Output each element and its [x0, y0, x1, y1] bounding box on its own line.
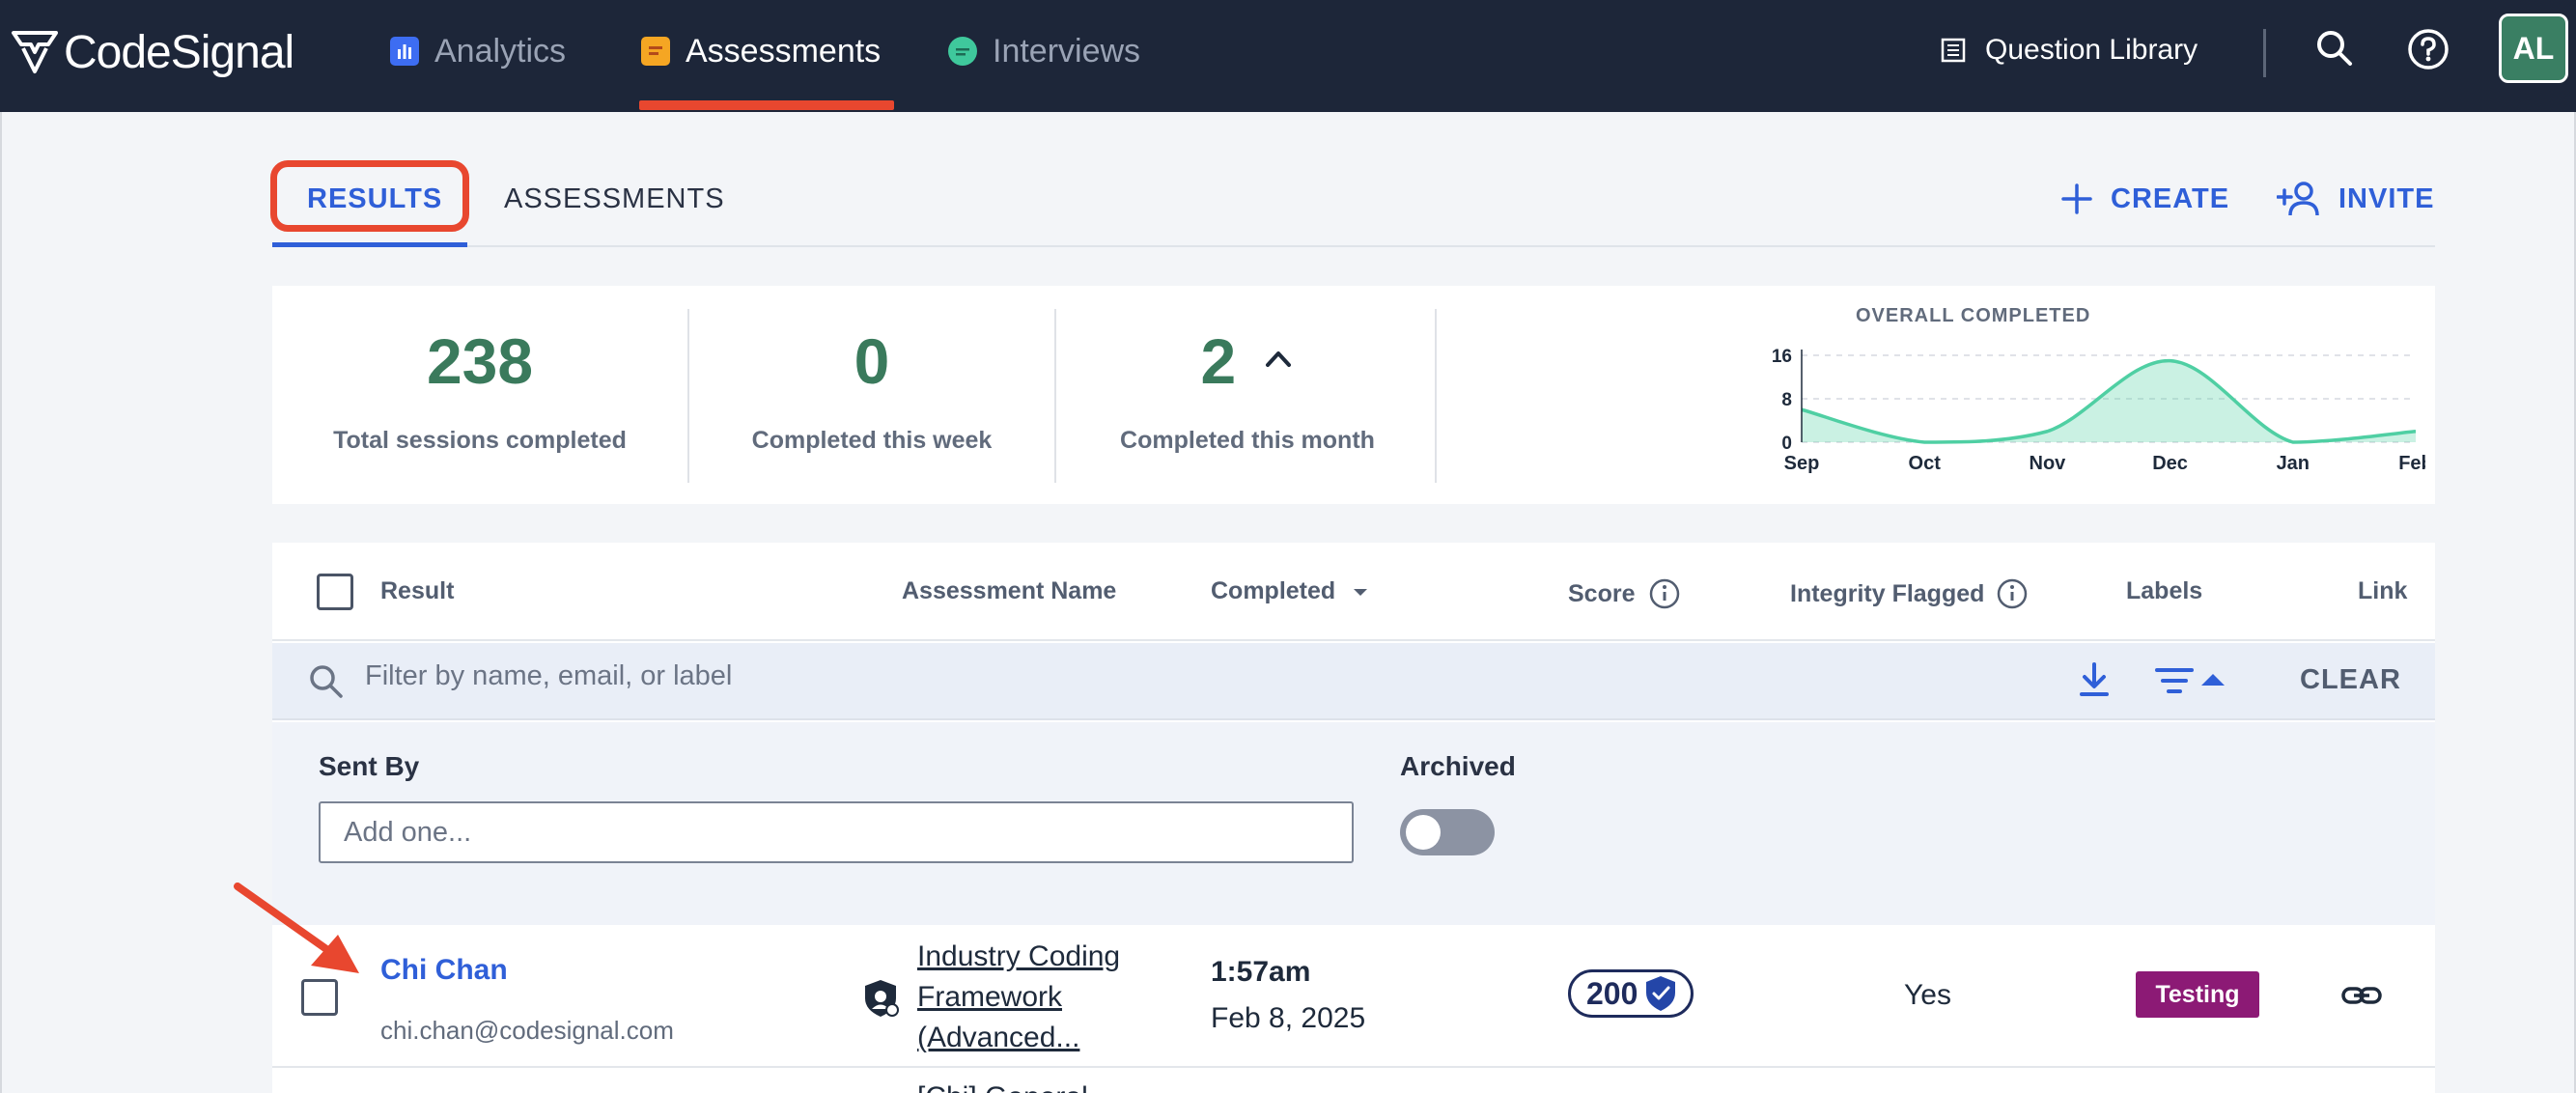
candidate-name[interactable]: Chi Chan [380, 954, 508, 987]
assessment-name-link[interactable]: Industry Coding Framework (Advanced... [917, 937, 1168, 1058]
next-row-assessment-name[interactable]: [Chi] General [917, 1081, 1088, 1093]
help-button[interactable] [2406, 27, 2450, 71]
stat-total-value: 238 [426, 325, 534, 397]
results-tab-highlight [270, 160, 469, 232]
header-completed-label: Completed [1211, 577, 1336, 604]
stat-this-week: 0 Completed this week [689, 286, 1054, 504]
header-completed[interactable]: Completed [1211, 577, 1370, 605]
link-icon[interactable] [2340, 981, 2383, 1010]
codesignal-logo[interactable]: CodeSignal [10, 21, 294, 83]
nav-item-interviews[interactable]: Interviews [948, 27, 1140, 75]
nav-label-interviews: Interviews [993, 32, 1141, 70]
integrity-flagged-value: Yes [1904, 979, 1951, 1011]
library-icon [1941, 38, 1966, 63]
nav-label-analytics: Analytics [434, 32, 567, 70]
archived-label: Archived [1400, 751, 1516, 781]
stat-month-value: 2 [1200, 325, 1237, 397]
info-icon[interactable] [1648, 577, 1681, 610]
chart-x-tick-label: Feb [2398, 453, 2425, 474]
header-labels[interactable]: Labels [2126, 577, 2202, 605]
chart-x-tick-label: Dec [2152, 453, 2188, 474]
header-integrity-label: Integrity Flagged [1790, 579, 1985, 607]
completed-time: 1:57am [1211, 956, 1311, 988]
create-label: CREATE [2111, 182, 2230, 214]
trend-up-icon [1265, 350, 1291, 367]
archived-toggle[interactable] [1400, 809, 1495, 855]
top-navigation-bar: CodeSignal Analytics Assessments Intervi… [0, 0, 2576, 112]
sent-by-input[interactable]: Add one... [319, 801, 1354, 863]
toggle-knob [1406, 815, 1441, 850]
help-icon [2408, 29, 2449, 70]
shield-badge-icon [865, 980, 899, 1017]
plus-icon [2061, 183, 2092, 214]
create-button[interactable]: CREATE [2060, 178, 2229, 220]
question-library-link[interactable]: Question Library [1941, 29, 2198, 71]
analytics-icon [390, 37, 419, 66]
tab-assessments[interactable]: ASSESSMENTS [504, 183, 725, 215]
score-badge[interactable]: 200 [1568, 969, 1694, 1018]
overall-completed-chart: 0 8 16 Sep Oct Nov Dec Jan Feb [1772, 347, 2425, 474]
active-tab-indicator [272, 242, 467, 247]
user-avatar[interactable]: AL [2499, 14, 2568, 83]
stat-total-sessions: 238 Total sessions completed [272, 286, 687, 504]
sent-by-label: Sent By [319, 751, 420, 781]
question-library-label: Question Library [1985, 34, 2198, 66]
sort-down-icon [1354, 588, 1368, 596]
results-table: Result Assessment Name Completed Score I… [272, 543, 2435, 1093]
stat-divider [1435, 309, 1437, 483]
add-person-icon [2277, 182, 2319, 216]
interviews-icon [948, 37, 977, 66]
active-nav-indicator [639, 100, 894, 110]
filter-search-input[interactable]: Filter by name, email, or label [365, 660, 732, 692]
info-icon[interactable] [1996, 577, 2029, 610]
invite-button[interactable]: INVITE [2277, 178, 2434, 220]
chart-y-tick-label: 0 [1781, 434, 1792, 454]
verified-shield-icon [1646, 976, 1676, 1011]
stat-this-month: 2 Completed this month [1056, 286, 1439, 504]
table-header: Result Assessment Name Completed Score I… [272, 543, 2435, 641]
stats-card: 238 Total sessions completed 0 Completed… [272, 286, 2435, 504]
filter-panel: Sent By Add one... Archived [272, 722, 2435, 925]
header-integrity-flagged[interactable]: Integrity Flagged [1790, 577, 2029, 610]
score-value: 200 [1586, 975, 1638, 1011]
select-all-checkbox[interactable] [317, 574, 353, 610]
chart-x-tick-label: Nov [2030, 453, 2067, 474]
codesignal-logo-icon [12, 31, 58, 73]
header-score[interactable]: Score [1568, 577, 1681, 610]
header-result[interactable]: Result [380, 577, 454, 605]
search-icon [310, 665, 343, 698]
stat-month-label: Completed this month [1120, 427, 1375, 454]
label-tag[interactable]: Testing [2136, 971, 2259, 1018]
filter-bar: Filter by name, email, or label CLEAR [272, 643, 2435, 720]
download-icon[interactable] [2076, 660, 2113, 699]
chart-y-tick-label: 8 [1781, 390, 1792, 410]
header-assessment-name[interactable]: Assessment Name [902, 577, 1116, 605]
filter-toggle-icon[interactable] [2153, 662, 2230, 701]
chart-x-tick-label: Oct [1909, 453, 1942, 474]
chart-x-tick-label: Sep [1784, 453, 1820, 474]
invite-label: INVITE [2338, 182, 2435, 214]
logo-text: CodeSignal [64, 26, 294, 78]
stat-total-label: Total sessions completed [333, 427, 627, 454]
chart-area-fill [1802, 360, 2416, 442]
assessments-icon [641, 37, 670, 66]
clear-filters-button[interactable]: CLEAR [2300, 664, 2401, 696]
stat-month-value-wrap: 2 [1056, 324, 1439, 398]
nav-item-analytics[interactable]: Analytics [390, 27, 566, 75]
chart-y-tick-label: 16 [1772, 347, 1792, 367]
completed-date: Feb 8, 2025 [1211, 1002, 1366, 1034]
nav-divider [2263, 29, 2266, 77]
stat-week-label: Completed this week [751, 427, 993, 454]
nav-label-assessments: Assessments [686, 32, 882, 70]
chart-x-tick-label: Jan [2277, 453, 2310, 474]
nav-item-assessments[interactable]: Assessments [641, 27, 881, 75]
search-button[interactable] [2313, 27, 2356, 70]
table-row[interactable]: Chi Chan chi.chan@codesignal.com Industr… [272, 927, 2435, 1068]
header-link[interactable]: Link [2358, 577, 2407, 605]
candidate-email: chi.chan@codesignal.com [380, 1016, 674, 1045]
stat-week-value: 0 [854, 325, 890, 397]
header-score-label: Score [1568, 579, 1636, 607]
annotation-arrow-icon [234, 883, 359, 973]
search-icon [2317, 31, 2352, 66]
